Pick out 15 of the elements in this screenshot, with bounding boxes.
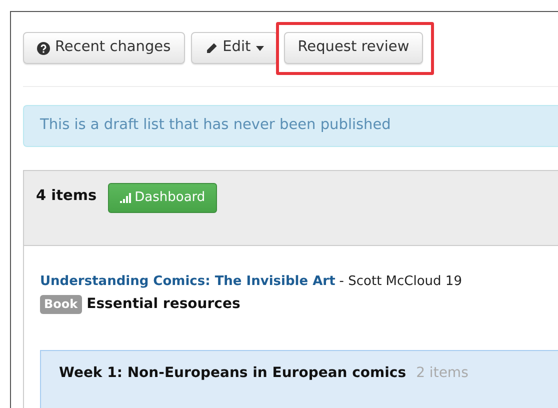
section-count: 2 items xyxy=(416,364,468,383)
importance-label: Essential resources xyxy=(86,295,240,314)
recent-changes-button[interactable]: Recent changes xyxy=(23,32,185,64)
caret-icon xyxy=(256,46,264,50)
item-byline: - Scott McCloud 19 xyxy=(339,273,462,291)
section-title: Week 1: Non-Europeans in European comics xyxy=(59,364,406,383)
edit-dropdown-button[interactable]: Edit xyxy=(190,32,278,64)
alert-text: This is a draft list that has never been published xyxy=(40,116,391,136)
help-icon xyxy=(37,42,50,54)
signal-bars-icon xyxy=(120,193,132,203)
pencil-icon xyxy=(204,42,218,54)
type-badge: Book xyxy=(40,295,82,314)
item-title-link[interactable]: Understanding Comics: The Invisible Art xyxy=(40,272,336,292)
item-count: 4 items xyxy=(36,187,97,206)
request-review-button[interactable]: Request review xyxy=(284,32,424,64)
